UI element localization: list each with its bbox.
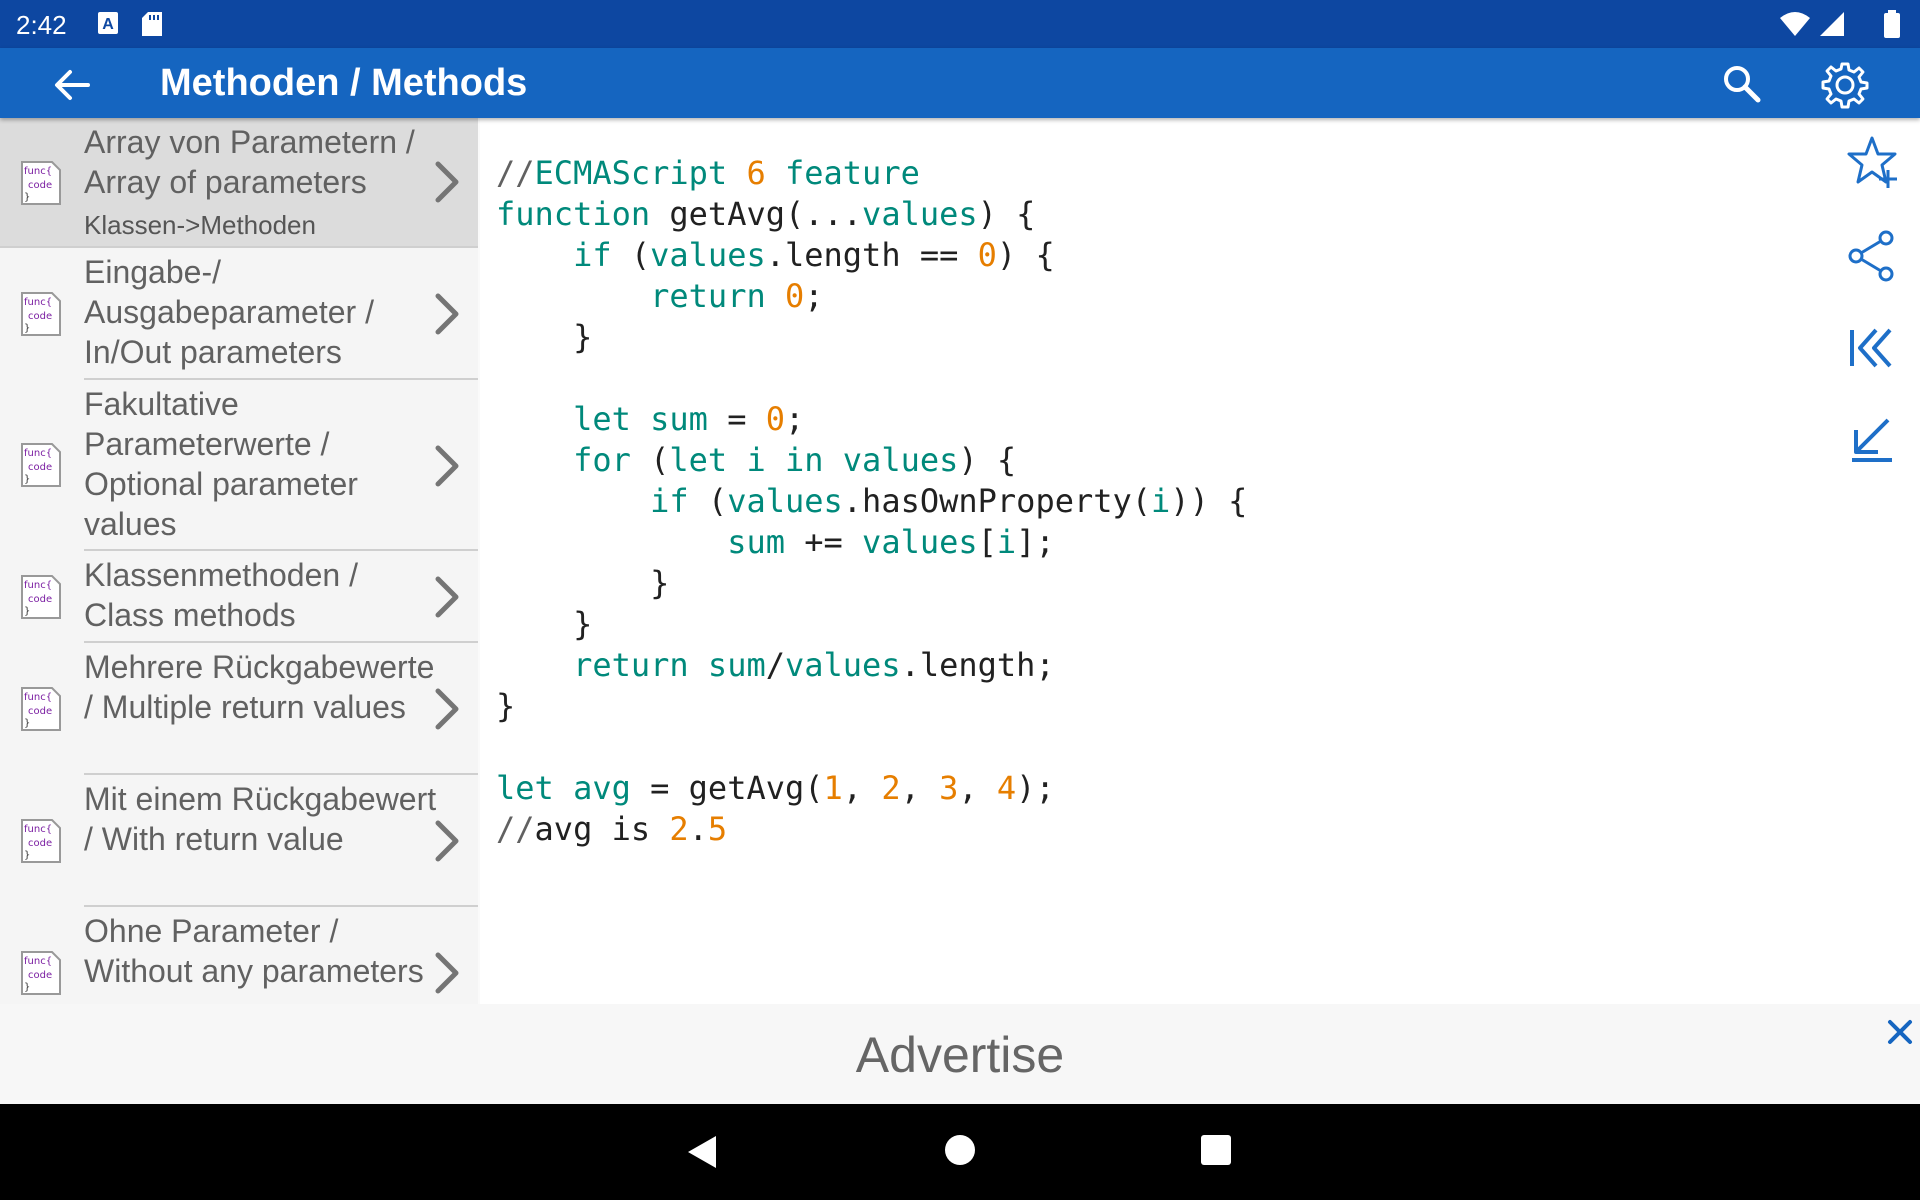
svg-text:}: } bbox=[24, 474, 30, 485]
back-arrow-icon[interactable] bbox=[50, 63, 94, 107]
ad-banner: Advertise bbox=[0, 1004, 1920, 1104]
svg-text:func{: func{ bbox=[24, 580, 52, 591]
nav-home-icon[interactable] bbox=[944, 1134, 976, 1166]
scroll-bottom-icon[interactable] bbox=[1844, 410, 1900, 466]
chevron-right-icon bbox=[435, 576, 459, 618]
share-icon[interactable] bbox=[1844, 228, 1900, 284]
svg-text:}: } bbox=[24, 192, 30, 203]
code-file-icon: func{ code} bbox=[21, 292, 61, 336]
list-item[interactable]: func{ code} Mit einem Rückgabewert / With… bbox=[0, 775, 478, 907]
app-bar: Methoden / Methods bbox=[0, 48, 1920, 118]
method-list: func{ code} Array von Parametern / Array … bbox=[0, 118, 478, 1004]
code-file-icon: func{ code} bbox=[21, 443, 61, 487]
close-icon[interactable] bbox=[1880, 1012, 1920, 1052]
svg-text:}: } bbox=[24, 718, 30, 729]
svg-text:func{: func{ bbox=[24, 166, 52, 177]
svg-text:code: code bbox=[28, 180, 52, 191]
keyboard-notification-icon: A bbox=[98, 12, 118, 34]
list-item-label: Mit einem Rückgabewert / With return val… bbox=[84, 781, 437, 857]
svg-text:func{: func{ bbox=[24, 692, 52, 703]
list-item[interactable]: func{ code} Ohne Parameter / Without any … bbox=[0, 907, 478, 1004]
code-file-icon: func{ code} bbox=[21, 819, 61, 863]
nav-back-icon[interactable] bbox=[686, 1134, 718, 1170]
list-item-label: Array von Parametern / Array of paramete… bbox=[84, 124, 415, 200]
system-nav-bar bbox=[0, 1104, 1920, 1200]
wifi-icon bbox=[1780, 12, 1810, 36]
chevron-right-icon bbox=[435, 820, 459, 862]
chevron-right-icon bbox=[435, 161, 459, 203]
svg-text:}: } bbox=[24, 606, 30, 617]
list-item-label: Eingabe-/ Ausgabeparameter / In/Out para… bbox=[84, 254, 374, 370]
svg-text:code: code bbox=[28, 706, 52, 717]
status-bar: 2:42 A bbox=[0, 0, 1920, 48]
list-item[interactable]: func{ code} Eingabe-/ Ausgabeparameter / … bbox=[0, 249, 478, 380]
page-title: Methoden / Methods bbox=[160, 62, 528, 104]
svg-text:code: code bbox=[28, 594, 52, 605]
code-view: //ECMAScript 6 feature function getAvg(.… bbox=[480, 118, 1820, 1004]
list-item-label: Mehrere Rückgabewerte / Multiple return … bbox=[84, 649, 435, 725]
list-item-label: Ohne Parameter / Without any parameters bbox=[84, 913, 424, 989]
code-file-icon: func{ code} bbox=[21, 687, 61, 731]
svg-text:func{: func{ bbox=[24, 956, 52, 967]
nav-recents-icon[interactable] bbox=[1200, 1134, 1232, 1166]
code-file-icon: func{ code} bbox=[21, 575, 61, 619]
search-icon[interactable] bbox=[1720, 62, 1764, 106]
list-item[interactable]: func{ code} Mehrere Rückgabewerte / Multi… bbox=[0, 643, 478, 775]
code-file-icon: func{ code} bbox=[21, 161, 61, 205]
divider bbox=[0, 246, 478, 248]
svg-text:func{: func{ bbox=[24, 448, 52, 459]
list-item-label: Klassenmethoden / Class methods bbox=[84, 557, 358, 633]
list-item-label: Fakultative Parameterwerte / Optional pa… bbox=[84, 386, 358, 542]
svg-text:code: code bbox=[28, 970, 52, 981]
code-file-icon: func{ code} bbox=[21, 951, 61, 995]
chevron-right-icon bbox=[435, 445, 459, 487]
ad-text: Advertise bbox=[855, 1027, 1065, 1083]
gear-icon[interactable] bbox=[1820, 60, 1870, 110]
svg-text:code: code bbox=[28, 838, 52, 849]
list-item[interactable]: func{ code} Fakultative Parameterwerte / … bbox=[0, 380, 478, 551]
signal-icon bbox=[1820, 12, 1844, 36]
action-toolbar bbox=[1820, 118, 1920, 1004]
list-item[interactable]: func{ code} Klassenmethoden / Class metho… bbox=[0, 551, 478, 643]
sd-card-icon bbox=[142, 12, 162, 36]
svg-text:}: } bbox=[24, 850, 30, 861]
svg-text:}: } bbox=[24, 323, 30, 334]
battery-icon bbox=[1884, 10, 1900, 38]
svg-text:code: code bbox=[28, 462, 52, 473]
star-add-icon[interactable] bbox=[1844, 134, 1900, 190]
status-time: 2:42 bbox=[16, 10, 67, 40]
list-item[interactable]: func{ code} Array von Parametern / Array … bbox=[0, 118, 478, 247]
first-page-icon[interactable] bbox=[1844, 320, 1900, 376]
chevron-right-icon bbox=[435, 952, 459, 994]
svg-text:A: A bbox=[102, 16, 114, 33]
svg-text:code: code bbox=[28, 311, 52, 322]
code-listing: //ECMAScript 6 feature function getAvg(.… bbox=[496, 154, 1248, 848]
svg-text:func{: func{ bbox=[24, 824, 52, 835]
chevron-right-icon bbox=[435, 688, 459, 730]
list-item-category: Klassen->Methoden bbox=[84, 210, 316, 240]
svg-text:func{: func{ bbox=[24, 297, 52, 308]
svg-text:}: } bbox=[24, 982, 30, 993]
chevron-right-icon bbox=[435, 293, 459, 335]
